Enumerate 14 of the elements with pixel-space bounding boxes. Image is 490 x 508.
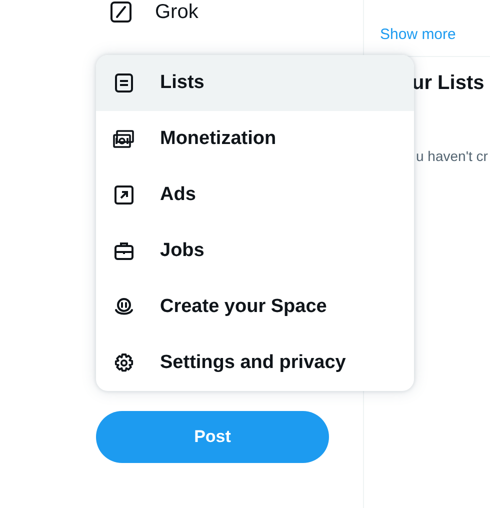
arrow-square-icon [114, 185, 134, 205]
empty-message: u haven't cr [416, 148, 488, 164]
menu-item[interactable]: Monetization [96, 111, 414, 167]
money-icon [113, 129, 135, 149]
microphone-icon [114, 297, 134, 317]
list-icon [114, 73, 134, 93]
menu-item[interactable]: Create your Space [96, 279, 414, 335]
briefcase-icon [114, 241, 134, 261]
settings-icon [114, 353, 134, 373]
menu-item[interactable]: Ads [96, 167, 414, 223]
menu-item[interactable]: Settings and privacy [96, 335, 414, 391]
menu-item[interactable]: Jobs [96, 223, 414, 279]
nav-item[interactable]: Grok [155, 0, 198, 24]
menu-item[interactable]: Lists [96, 55, 414, 111]
